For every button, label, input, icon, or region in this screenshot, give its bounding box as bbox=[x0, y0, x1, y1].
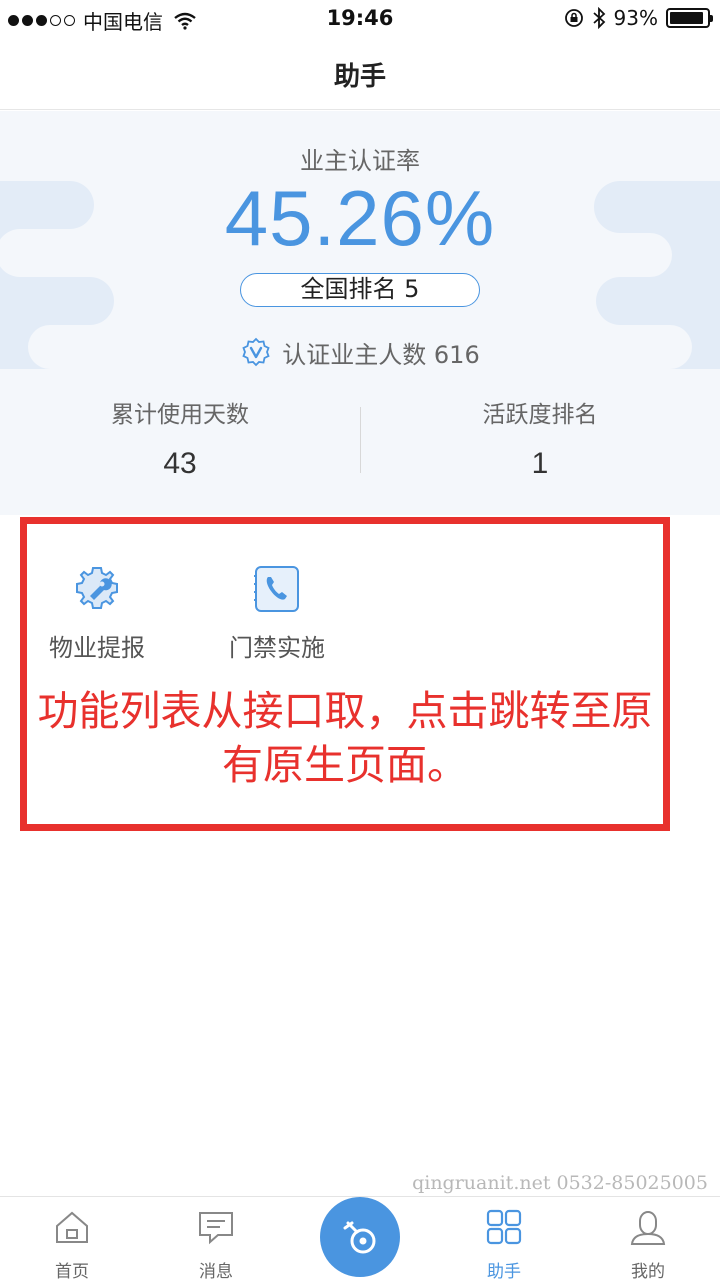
battery-percent: 93% bbox=[613, 6, 658, 30]
verified-owners: 认证业主人数 616 bbox=[0, 335, 720, 370]
usage-days-label: 累计使用天数 bbox=[111, 402, 249, 428]
national-rank-badge: 全国排名 5 bbox=[240, 273, 480, 307]
verified-owners-text: 认证业主人数 616 bbox=[282, 341, 480, 369]
gear-wrench-icon bbox=[76, 567, 118, 609]
tab-bar: 首页 消息 助手 我的 bbox=[0, 1196, 720, 1280]
activity-rank-stat: 活跃度排名 1 bbox=[360, 395, 720, 481]
bluetooth-icon bbox=[592, 7, 605, 29]
tab-assistant[interactable]: 助手 bbox=[432, 1207, 576, 1280]
phone-icon bbox=[254, 566, 299, 612]
function-property-report[interactable]: 物业提报 bbox=[27, 564, 167, 663]
verified-check-icon bbox=[242, 337, 270, 366]
usage-days-stat: 累计使用天数 43 bbox=[0, 395, 360, 481]
tab-profile[interactable]: 我的 bbox=[576, 1207, 720, 1280]
grid-icon bbox=[486, 1209, 522, 1245]
stats-panel: 业主认证率 45.26% 全国排名 5 认证业主人数 616 累计使用天数 43… bbox=[0, 111, 720, 515]
rotation-lock-icon bbox=[564, 9, 583, 27]
tab-label: 首页 bbox=[55, 1262, 89, 1280]
status-right: 93% bbox=[564, 6, 713, 30]
user-icon bbox=[630, 1211, 666, 1245]
message-icon bbox=[199, 1212, 233, 1245]
tab-label: 消息 bbox=[199, 1262, 233, 1280]
whistle-icon bbox=[343, 1221, 376, 1254]
function-label: 物业提报 bbox=[49, 634, 145, 662]
battery-icon bbox=[666, 8, 713, 28]
center-action-button[interactable] bbox=[320, 1197, 400, 1277]
function-list-annotation-box: 物业提报 门禁实施 功能列表从接口取，点击跳转至原有原生页面。 bbox=[20, 517, 670, 831]
usage-days-value: 43 bbox=[163, 447, 197, 480]
battery-fill bbox=[670, 12, 704, 24]
function-label: 门禁实施 bbox=[229, 634, 325, 662]
activity-rank-label: 活跃度排名 bbox=[482, 402, 598, 428]
status-bar: 中国电信 19:46 93% bbox=[0, 0, 720, 38]
annotation-note: 功能列表从接口取，点击跳转至原有原生页面。 bbox=[37, 687, 653, 789]
tab-label: 我的 bbox=[631, 1262, 665, 1280]
tab-messages[interactable]: 消息 bbox=[144, 1207, 288, 1280]
tab-home[interactable]: 首页 bbox=[0, 1207, 144, 1280]
certification-rate-label: 业主认证率 bbox=[300, 147, 420, 175]
watermark: qingruanit.net 0532-85025005 bbox=[412, 1172, 708, 1194]
function-door-access[interactable]: 门禁实施 bbox=[207, 564, 347, 663]
nav-bar: 助手 bbox=[0, 38, 720, 110]
tab-label: 助手 bbox=[487, 1262, 521, 1280]
page-title: 助手 bbox=[333, 62, 386, 92]
certification-rate-value: 45.26% bbox=[224, 174, 496, 262]
home-icon bbox=[56, 1211, 88, 1243]
activity-rank-value: 1 bbox=[531, 447, 549, 480]
